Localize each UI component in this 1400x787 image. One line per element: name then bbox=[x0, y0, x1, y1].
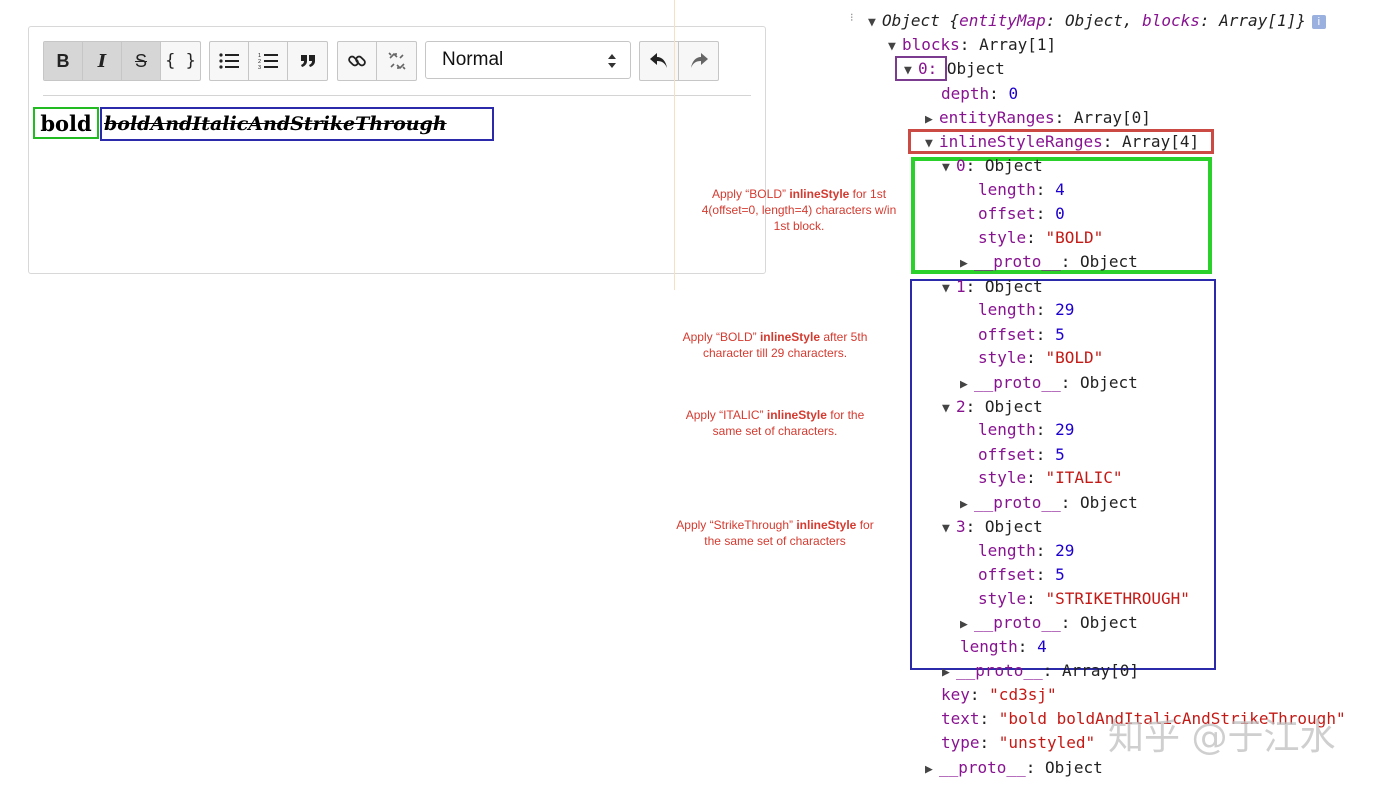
collapsed-triangle-icon: ▶ bbox=[960, 497, 968, 512]
type-line: type: "unstyled" bbox=[941, 733, 1096, 752]
range-2-offset: offset: 5 bbox=[978, 445, 1065, 464]
ranges-proto-line[interactable]: ▶ __proto__: Array[0] bbox=[942, 661, 1139, 681]
inline-style-ranges-line[interactable]: ▼ inlineStyleRanges: Array[4] bbox=[925, 132, 1199, 152]
collapsed-triangle-icon: ▶ bbox=[925, 112, 933, 127]
range-3-line[interactable]: ▼ 3: Object bbox=[942, 517, 1043, 537]
expand-triangle-icon: ▼ bbox=[942, 281, 950, 296]
block-proto-line[interactable]: ▶ __proto__: Object bbox=[925, 758, 1103, 778]
range-2-style: style: "ITALIC" bbox=[978, 468, 1123, 487]
expand-triangle-icon: ▼ bbox=[904, 63, 912, 78]
range-3-proto[interactable]: ▶ __proto__: Object bbox=[960, 613, 1138, 633]
blocks-line[interactable]: ▼ blocks: Array[1] bbox=[888, 35, 1056, 55]
ranges-length-line: length: 4 bbox=[960, 637, 1047, 656]
entity-ranges-line[interactable]: ▶ entityRanges: Array[0] bbox=[925, 108, 1151, 128]
expand-triangle-icon: ▼ bbox=[942, 521, 950, 536]
range-3-style: style: "STRIKETHROUGH" bbox=[978, 589, 1190, 608]
key-line: key: "cd3sj" bbox=[941, 685, 1057, 704]
range-2-line[interactable]: ▼ 2: Object bbox=[942, 397, 1043, 417]
expand-triangle-icon: ▼ bbox=[942, 401, 950, 416]
info-icon[interactable]: i bbox=[1311, 15, 1326, 29]
collapsed-triangle-icon: ▶ bbox=[960, 256, 968, 271]
console-object-tree: ⁝ ▼ Object {entityMap: Object, blocks: Ar… bbox=[0, 0, 1400, 787]
range-0-line[interactable]: ▼ 0: Object bbox=[942, 156, 1043, 176]
range-0-style: style: "BOLD" bbox=[978, 228, 1104, 247]
root-object-line[interactable]: ▼ Object {entityMap: Object, blocks: Arra… bbox=[868, 11, 1326, 31]
range-1-offset: offset: 5 bbox=[978, 325, 1065, 344]
watermark: 知乎 @于江水 bbox=[1108, 717, 1336, 758]
range-2-proto[interactable]: ▶ __proto__: Object bbox=[960, 493, 1138, 513]
collapsed-triangle-icon: ▶ bbox=[925, 762, 933, 777]
range-1-line[interactable]: ▼ 1: Object bbox=[942, 277, 1043, 297]
range-3-length: length: 29 bbox=[978, 541, 1075, 560]
range-3-offset: offset: 5 bbox=[978, 565, 1065, 584]
range-2-length: length: 29 bbox=[978, 420, 1075, 439]
range-1-style: style: "BOLD" bbox=[978, 348, 1104, 367]
expand-triangle-icon: ▼ bbox=[888, 39, 896, 54]
range-1-length: length: 29 bbox=[978, 300, 1075, 319]
range-0-length: length: 4 bbox=[978, 180, 1065, 199]
block-0-line[interactable]: ▼ 0: Object bbox=[904, 59, 1005, 79]
collapsed-triangle-icon: ▶ bbox=[960, 617, 968, 632]
collapsed-triangle-icon: ▶ bbox=[942, 665, 950, 680]
expand-triangle-icon: ▼ bbox=[942, 160, 950, 175]
expand-triangle-icon: ▼ bbox=[925, 136, 933, 151]
range-1-proto[interactable]: ▶ __proto__: Object bbox=[960, 373, 1138, 393]
depth-line: depth: 0 bbox=[941, 84, 1019, 103]
expand-triangle-icon: ▼ bbox=[868, 15, 876, 30]
range-0-offset: offset: 0 bbox=[978, 204, 1065, 223]
collapsed-triangle-icon: ▶ bbox=[960, 377, 968, 392]
range-0-proto[interactable]: ▶ __proto__: Object bbox=[960, 252, 1138, 272]
console-gutter-icon: ⁝ bbox=[850, 11, 854, 24]
